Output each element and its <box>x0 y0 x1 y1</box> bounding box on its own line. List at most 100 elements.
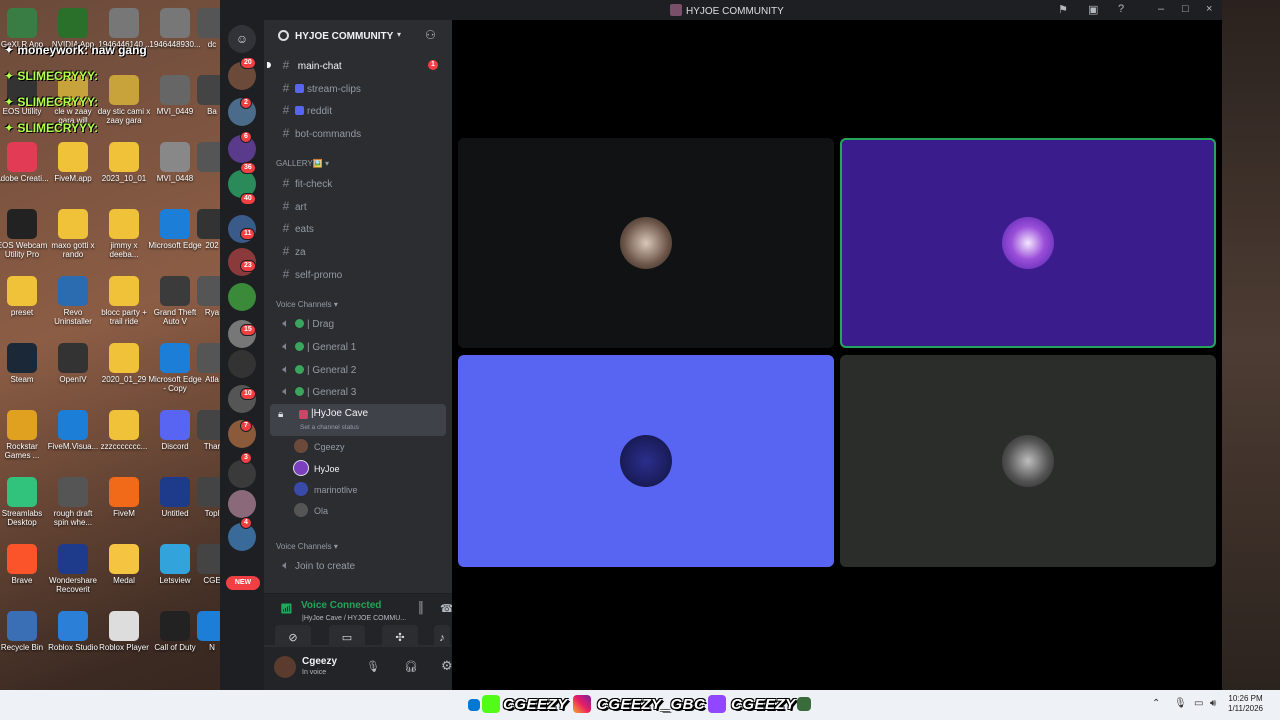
voice-channel-general-3[interactable]: 🔈︎ | General 3 <box>272 381 444 401</box>
category-voice-channels[interactable]: Voice Channels ▾ <box>276 300 338 309</box>
desktop-icon[interactable]: blocc party + trail ride <box>97 276 151 326</box>
download-icon[interactable]: ▣ <box>1088 3 1098 16</box>
windows-start-icon[interactable] <box>468 699 480 711</box>
avatar[interactable] <box>274 656 296 678</box>
microphone-icon[interactable]: 🎙︎ <box>366 660 380 673</box>
volume-icon[interactable]: 🔊︎ <box>1210 698 1216 709</box>
excel-icon[interactable] <box>797 697 811 711</box>
desktop-icon[interactable]: OpenIV <box>46 343 100 384</box>
desktop-icon[interactable]: Roblox Studio <box>46 611 100 652</box>
desktop-icon[interactable] <box>185 142 220 174</box>
voice-channel-path[interactable]: |HyJoe Cave / HYJOE COMMU... <box>302 615 406 622</box>
participant-tile-cgeezy[interactable] <box>458 138 834 348</box>
desktop-icon[interactable]: Steam <box>0 343 49 384</box>
username[interactable]: Cgeezy <box>302 656 337 667</box>
maximize-button[interactable]: □ <box>1182 3 1189 15</box>
desktop-icon[interactable]: Revo Uninstaller <box>46 276 100 326</box>
server-icon[interactable] <box>228 350 256 378</box>
desktop-icon[interactable]: 2020_01_29 <box>97 343 151 384</box>
voice-channel-join-to-create[interactable]: 🔈︎ Join to create <box>272 555 444 575</box>
desktop-icon[interactable]: FiveM.Visua... <box>46 410 100 451</box>
channel-reddit[interactable]: # reddit <box>272 100 444 120</box>
desktop-icon[interactable]: zzzccccccc... <box>97 410 151 451</box>
network-icon[interactable]: ▭ <box>1194 698 1203 709</box>
desktop-icon[interactable]: CGE <box>185 544 220 585</box>
desktop-icon[interactable]: EOS Webcam Utility Pro <box>0 209 49 259</box>
channel-label: stream-clips <box>307 84 361 95</box>
voice-member[interactable]: Ola <box>294 501 328 521</box>
inbox-icon[interactable]: ⚑ <box>1058 3 1068 16</box>
participant-tile-hyjoe[interactable] <box>840 138 1216 348</box>
hash-icon: # <box>282 221 290 235</box>
channel-za[interactable]: # za <box>272 241 444 261</box>
channel-main-chat[interactable]: # main-chat 1 <box>267 55 444 75</box>
voice-member[interactable]: marinotlive <box>294 480 358 500</box>
help-icon[interactable]: ? <box>1118 3 1124 15</box>
desktop-icon[interactable]: FiveM.app <box>46 142 100 183</box>
desktop-icon[interactable]: day stic cami x zaay gara <box>97 75 151 125</box>
desktop-icon[interactable]: FiveM <box>97 477 151 518</box>
desktop-icon[interactable]: Roblox Player <box>97 611 151 652</box>
desktop-icon[interactable]: Thar <box>185 410 220 451</box>
add-member-icon[interactable]: ⚇ <box>425 28 436 42</box>
chevron-up-icon[interactable]: ⌃ <box>1152 698 1160 709</box>
category-gallery[interactable]: GALLERY🖼️ ▾ <box>276 159 329 168</box>
desktop-icon[interactable]: Ba <box>185 75 220 116</box>
set-channel-status-link[interactable]: Set a channel status <box>300 424 359 431</box>
channel-art[interactable]: # art <box>272 196 444 216</box>
desktop-icon[interactable]: Recycle Bin <box>0 611 49 652</box>
desktop-icon[interactable]: Brave <box>0 544 49 585</box>
desktop-icon[interactable]: 2023_10_01 <box>97 142 151 183</box>
channel-bot-commands[interactable]: # bot-commands <box>272 123 444 143</box>
server-icon[interactable] <box>228 460 256 488</box>
desktop-icon[interactable]: Topl <box>185 477 220 518</box>
desktop-icon[interactable]: maxo gotti x rando <box>46 209 100 259</box>
desktop-icon[interactable]: Wondershare Recoverit <box>46 544 100 594</box>
desktop-icon-label: Adobe Creati... <box>0 174 49 183</box>
instagram-icon <box>573 695 591 713</box>
discord-home-icon[interactable]: ☺ <box>228 25 256 53</box>
desktop-icon[interactable]: 202 <box>185 209 220 250</box>
desktop-icon[interactable]: N <box>185 611 220 652</box>
desktop-icon-label: FiveM <box>113 509 135 518</box>
member-name: Ola <box>314 506 329 516</box>
desktop-icon[interactable]: Adobe Creati... <box>0 142 49 183</box>
voice-channel-hyjoe-cave[interactable]: 🔒︎ |HyJoe Cave Set a channel status <box>270 404 446 436</box>
microphone-icon[interactable]: 🎙︎ <box>1174 698 1187 709</box>
server-icon[interactable] <box>228 283 256 311</box>
desktop-icon[interactable]: rough draft spin whe... <box>46 477 100 527</box>
desktop-icon[interactable]: dc <box>185 8 220 49</box>
voice-connected-label[interactable]: Voice Connected <box>301 600 381 611</box>
voice-member[interactable]: HyJoe <box>294 459 340 479</box>
hash-icon: # <box>282 58 290 72</box>
gear-icon[interactable]: ⚙ <box>441 658 453 674</box>
voice-channel-general-1[interactable]: 🔈︎ | General 1 <box>272 336 444 356</box>
participant-tile-ola[interactable] <box>840 355 1216 567</box>
participant-tile-marinotlive[interactable] <box>458 355 834 567</box>
close-button[interactable]: × <box>1206 3 1212 15</box>
guild-header[interactable]: HYJOE COMMUNITY ▾ ⚇ <box>264 20 452 52</box>
channel-self-promo[interactable]: # self-promo <box>272 264 444 284</box>
voice-channel-drag[interactable]: 🔈︎ | Drag <box>272 313 444 333</box>
chat-overlay-line-4: ✦ SLIMECRYYY: <box>4 121 99 135</box>
channel-stream-clips[interactable]: # stream-clips <box>272 78 444 98</box>
hash-icon: # <box>282 176 290 190</box>
voice-member[interactable]: Cgeezy <box>294 437 345 457</box>
system-clock[interactable]: 10:26 PM 1/11/2026 <box>1228 694 1263 714</box>
desktop-icon[interactable]: Streamlabs Desktop <box>0 477 49 527</box>
desktop-icon[interactable]: preset <box>0 276 49 317</box>
headphones-icon[interactable]: 🎧︎ <box>404 660 418 673</box>
channel-eats[interactable]: # eats <box>272 218 444 238</box>
channel-fit-check[interactable]: # fit-check <box>272 173 444 193</box>
desktop-icon[interactable]: Medal <box>97 544 151 585</box>
desktop-icon[interactable]: Rockstar Games ... <box>0 410 49 460</box>
desktop-icon[interactable]: Atla <box>185 343 220 384</box>
server-icon[interactable] <box>228 490 256 518</box>
desktop-icon[interactable]: jimmy x deeba... <box>97 209 151 259</box>
category-voice-channels-2[interactable]: Voice Channels ▾ <box>276 542 338 551</box>
voice-channel-general-2[interactable]: 🔈︎ | General 2 <box>272 359 444 379</box>
minimize-button[interactable]: – <box>1158 3 1164 15</box>
noise-suppression-icon[interactable]: ║ <box>417 602 425 614</box>
desktop-icon[interactable]: Rya <box>185 276 220 317</box>
desktop-icon-label: Roblox Player <box>99 643 149 652</box>
